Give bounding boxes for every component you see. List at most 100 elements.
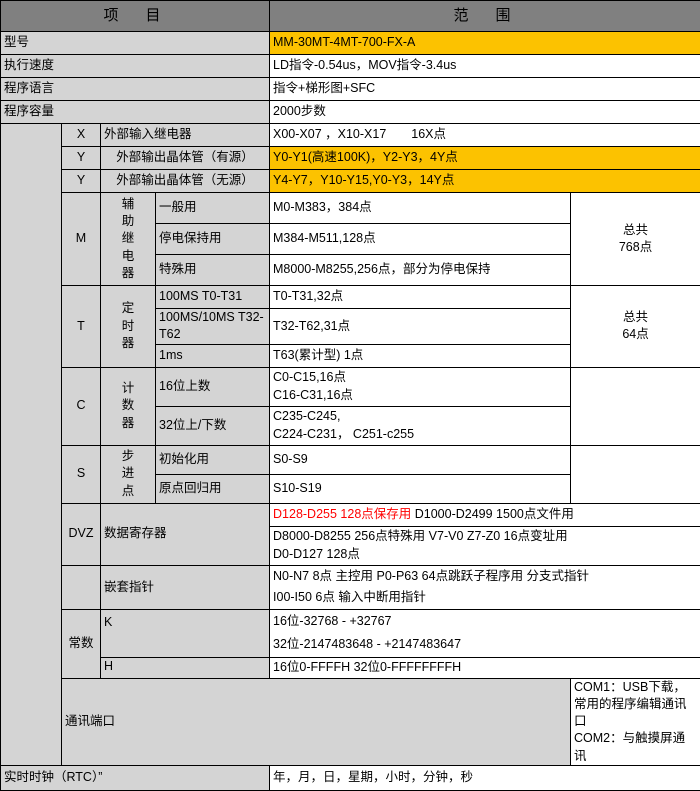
- row-code-c: C: [62, 367, 101, 445]
- row-value-const-k: 16位-32768 - +32767 32位-2147483648 - +214…: [270, 610, 700, 657]
- table-row-const-h: H 16位0-FFFFH 32位0-FFFFFFFFH: [1, 657, 700, 678]
- row-value-y-active: Y0-Y1(高速100K)，Y2-Y3，4Y点: [270, 147, 700, 170]
- row-value-language: 指令+梯形图+SFC: [270, 78, 700, 101]
- table-header-row: 项 目 范 围: [1, 1, 700, 32]
- row-label-capacity: 程序容量: [1, 101, 270, 124]
- row-label-c-32bit: 32位上/下数: [156, 406, 270, 445]
- row-group-s-ch1: 进: [104, 465, 152, 482]
- row-total-m: 总共 768点: [571, 193, 700, 286]
- row-group-t: 定 时 器: [101, 286, 156, 368]
- row-value-c-32bit: C235-C245, C224-C231， C251-c255: [270, 406, 571, 445]
- row-label-t-100ms: 100MS T0-T31: [156, 286, 270, 309]
- row-value-model: MM-30MT-4MT-700-FX-A: [270, 32, 700, 55]
- table-row-model: 型号 MM-30MT-4MT-700-FX-A: [1, 32, 700, 55]
- row-code-m: M: [62, 193, 101, 286]
- row-value-t-100-10ms: T32-T62,31点: [270, 309, 571, 345]
- row-group-c-ch2: 器: [104, 415, 152, 432]
- row-value-m-retain: M384-M511,128点: [270, 224, 571, 255]
- table-row-const-k: 常数 K 16位-32768 - +32767 32位-2147483648 -…: [1, 610, 700, 657]
- row-group-t-ch0: 定: [104, 300, 152, 317]
- row-group-t-ch2: 器: [104, 335, 152, 352]
- row-group-t-ch1: 时: [104, 318, 152, 335]
- row-value-s-init: S0-S9: [270, 445, 571, 474]
- row-group-c: 计 数 器: [101, 367, 156, 445]
- row-total-t: 总共 64点: [571, 286, 700, 368]
- row-label-x-relay: 外部输入继电器: [101, 124, 270, 147]
- row-label-rtc: 实时时钟（RTC）”: [1, 765, 270, 790]
- row-value-capacity: 2000步数: [270, 101, 700, 124]
- table-row-dvz-line1: DVZ 数据寄存器 D128-D255 128点保存用 D1000-D2499 …: [1, 503, 700, 526]
- row-group-m-ch4: 器: [104, 265, 152, 282]
- row-label-t-1ms: 1ms: [156, 344, 270, 367]
- table-row-x-relay: X 外部输入继电器 X00-X07 ，X10-X17 16X点: [1, 124, 700, 147]
- row-group-const: 常数: [62, 610, 101, 678]
- table-row-rtc: 实时时钟（RTC）” 年，月，日，星期，小时，分钟，秒: [1, 765, 700, 790]
- header-cell-range: 范 围: [270, 1, 700, 32]
- row-group-s: 步 进 点: [101, 445, 156, 503]
- row-label-c-16bit: 16位上数: [156, 367, 270, 406]
- plc-specification-table: 项 目 范 围 型号 MM-30MT-4MT-700-FX-A 执行速度 LD指…: [0, 0, 700, 791]
- row-value-const-h: 16位0-FFFFH 32位0-FFFFFFFFH: [270, 657, 700, 678]
- table-row-y-active: Y 外部输出晶体管（有源） Y0-Y1(高速100K)，Y2-Y3，4Y点: [1, 147, 700, 170]
- row-group-m-ch1: 助: [104, 213, 152, 230]
- row-label-s-origin: 原点回归用: [156, 474, 270, 503]
- row-value-t-100ms: T0-T31,32点: [270, 286, 571, 309]
- row-code-pointer-spacer: [62, 565, 101, 610]
- row-group-m: 辅 助 继 电 器: [101, 193, 156, 286]
- row-value-dvz-line1-alert: D128-D255 128点保存用: [273, 507, 411, 521]
- row-code-s: S: [62, 445, 101, 503]
- row-group-s-ch0: 步: [104, 448, 152, 465]
- row-label-y-active: 外部输出晶体管（有源）: [101, 147, 270, 170]
- table-row-speed: 执行速度 LD指令-0.54us，MOV指令-3.4us: [1, 55, 700, 78]
- row-value-comm: COM1：USB下载，常用的程序编辑通讯口 COM2：与触摸屏通讯: [571, 678, 700, 765]
- row-value-dvz-line1-rest: D1000-D2499 1500点文件用: [411, 507, 574, 521]
- row-group-c-ch0: 计: [104, 380, 152, 397]
- row-code-t: T: [62, 286, 101, 368]
- table-row-y-passive: Y 外部输出晶体管（无源） Y4-Y7，Y10-Y15,Y0-Y3，14Y点: [1, 170, 700, 193]
- row-value-t-1ms: T63(累计型) 1点: [270, 344, 571, 367]
- row-label-model: 型号: [1, 32, 270, 55]
- row-group-m-ch0: 辅: [104, 196, 152, 213]
- row-label-s-init: 初始化用: [156, 445, 270, 474]
- row-value-pointer: N0-N7 8点 主控用 P0-P63 64点跳跃子程序用 分支式指针 I00-…: [270, 565, 700, 610]
- header-cell-item: 项 目: [1, 1, 270, 32]
- row-label-m-retain: 停电保持用: [156, 224, 270, 255]
- row-code-y-active: Y: [62, 147, 101, 170]
- row-label-language: 程序语言: [1, 78, 270, 101]
- row-value-dvz-line1: D128-D255 128点保存用 D1000-D2499 1500点文件用: [270, 503, 700, 526]
- row-group-s-ch2: 点: [104, 483, 152, 500]
- row-code-x: X: [62, 124, 101, 147]
- row-code-y-passive: Y: [62, 170, 101, 193]
- row-label-const-h: H: [101, 657, 270, 678]
- row-value-rtc: 年，月，日，星期，小时，分钟，秒: [270, 765, 700, 790]
- row-label-m-general: 一般用: [156, 193, 270, 224]
- row-label-y-passive: 外部输出晶体管（无源）: [101, 170, 270, 193]
- row-value-x-relay: X00-X07 ，X10-X17 16X点: [270, 124, 700, 147]
- row-group-c-ch1: 数: [104, 397, 152, 414]
- row-value-m-general: M0-M383，384点: [270, 193, 571, 224]
- row-label-t-100-10ms: 100MS/10MS T32-T62: [156, 309, 270, 345]
- table-row-pointer: 嵌套指针 N0-N7 8点 主控用 P0-P63 64点跳跃子程序用 分支式指针…: [1, 565, 700, 610]
- row-label-const-k: K: [101, 610, 270, 657]
- row-value-s-origin: S10-S19: [270, 474, 571, 503]
- row-total-c: [571, 367, 700, 445]
- table-row-t-100ms: T 定 时 器 100MS T0-T31 T0-T31,32点 总共 64点: [1, 286, 700, 309]
- row-label-comm: 通讯端口: [62, 678, 571, 765]
- row-value-c-16bit: C0-C15,16点 C16-C31,16点: [270, 367, 571, 406]
- row-value-y-passive: Y4-Y7，Y10-Y15,Y0-Y3，14Y点: [270, 170, 700, 193]
- row-label-pointer: 嵌套指针: [101, 565, 270, 610]
- row-label-speed: 执行速度: [1, 55, 270, 78]
- row-value-speed: LD指令-0.54us，MOV指令-3.4us: [270, 55, 700, 78]
- row-label-dvz: 数据寄存器: [101, 503, 270, 565]
- row-value-dvz-line2: D8000-D8255 256点特殊用 V7-V0 Z7-Z0 16点变址用 D…: [270, 526, 700, 565]
- table-row-capacity: 程序容量 2000步数: [1, 101, 700, 124]
- table-row-s-init: S 步 进 点 初始化用 S0-S9: [1, 445, 700, 474]
- table-row-language: 程序语言 指令+梯形图+SFC: [1, 78, 700, 101]
- row-label-m-special: 特殊用: [156, 255, 270, 286]
- table-row-m-general: M 辅 助 继 电 器 一般用 M0-M383，384点 总共 768点: [1, 193, 700, 224]
- row-value-m-special: M8000-M8255,256点，部分为停电保持: [270, 255, 571, 286]
- spacer-column: [1, 124, 62, 766]
- row-total-s: [571, 445, 700, 503]
- table-row-c-16bit: C 计 数 器 16位上数 C0-C15,16点 C16-C31,16点: [1, 367, 700, 406]
- row-group-m-ch2: 继: [104, 230, 152, 247]
